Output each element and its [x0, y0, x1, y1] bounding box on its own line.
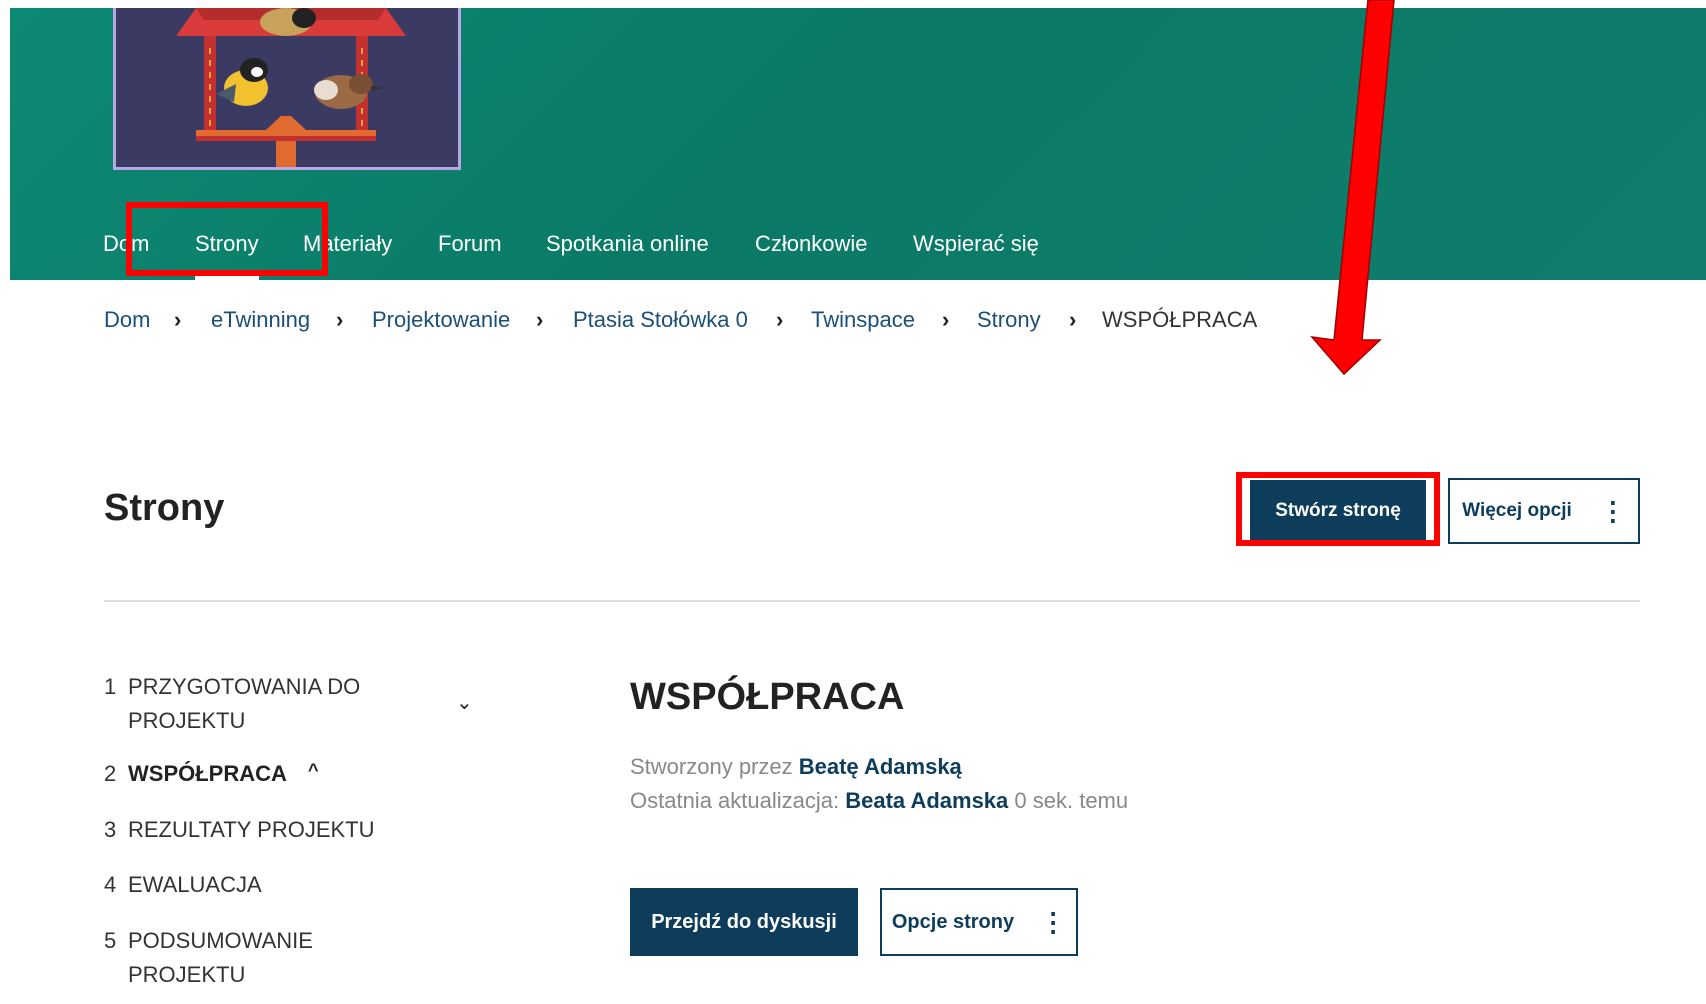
sidebar-item-label: REZULTATY PROJEKTU	[128, 817, 375, 842]
project-banner-image	[113, 8, 461, 170]
kebab-menu-icon: ⋮	[1599, 496, 1626, 526]
sidebar-item-number: 2	[104, 761, 117, 786]
sidebar-item-number: 3	[104, 817, 117, 842]
breadcrumb-strony[interactable]: Strony	[977, 302, 1041, 338]
breadcrumb-projektowanie[interactable]: Projektowanie	[372, 302, 510, 338]
sidebar-item-label-line2: PROJEKTU	[128, 708, 246, 733]
breadcrumb-ptasia-stolowka[interactable]: Ptasia Stołówka 0	[573, 302, 748, 338]
nav-item-materialy[interactable]: Materiały	[303, 220, 392, 268]
created-by-author[interactable]: Beatę Adamską	[799, 754, 962, 779]
sidebar-item-label: WSPÓŁPRACA	[128, 761, 287, 786]
content-title: WSPÓŁPRACA	[630, 676, 905, 718]
page-options-button-label: Opcje strony	[891, 910, 1015, 933]
breadcrumb-twinspace[interactable]: Twinspace	[811, 302, 915, 338]
breadcrumb-dom[interactable]: Dom	[104, 302, 150, 338]
last-updated-prefix: Ostatnia aktualizacja:	[630, 788, 840, 813]
kebab-menu-icon: ⋮	[1040, 907, 1067, 937]
chevron-down-icon[interactable]: ⌄	[456, 690, 473, 715]
nav-item-spotkania-online[interactable]: Spotkania online	[546, 220, 709, 268]
chevron-right-icon: ›	[1069, 307, 1077, 332]
sidebar-item-ewaluacja[interactable]: 4 EWALUACJA	[104, 868, 404, 901]
breadcrumb-etwinning[interactable]: eTwinning	[211, 302, 310, 338]
last-updated-line: Ostatnia aktualizacja: Beata Adamska 0 s…	[630, 788, 1128, 814]
nav-item-wspierac-sie[interactable]: Wspierać się	[913, 220, 1039, 268]
nav-item-dom[interactable]: Dom	[103, 220, 149, 268]
last-updated-author[interactable]: Beata Adamska	[845, 788, 1008, 813]
bird-feeder-illustration	[116, 8, 458, 167]
page-title: Strony	[104, 487, 225, 529]
chevron-right-icon: ›	[942, 307, 950, 332]
more-options-button[interactable]: Więcej opcji ⋮	[1448, 478, 1640, 544]
create-page-button[interactable]: Stwórz stronę	[1250, 480, 1426, 542]
chevron-right-icon: ›	[776, 307, 784, 332]
chevron-right-icon: ›	[336, 307, 344, 332]
go-to-discussion-button[interactable]: Przejdź do dyskusji	[630, 888, 858, 956]
sidebar-item-label: PODSUMOWANIE	[128, 928, 313, 953]
created-by-line: Stworzony przez Beatę Adamską	[630, 754, 962, 780]
sidebar-item-podsumowanie[interactable]: 5 PODSUMOWANIE PROJEKTU	[104, 924, 404, 992]
last-updated-time: 0 sek. temu	[1014, 788, 1129, 813]
sidebar-item-przygotowania[interactable]: 1 PRZYGOTOWANIA DO PROJEKTU	[104, 670, 484, 738]
page-options-button[interactable]: Opcje strony ⋮	[880, 888, 1078, 956]
section-divider	[104, 600, 1640, 602]
sidebar-item-wspolpraca[interactable]: 2 WSPÓŁPRACA	[104, 757, 404, 790]
nav-item-forum[interactable]: Forum	[438, 220, 502, 268]
sidebar-item-label: EWALUACJA	[128, 872, 262, 897]
created-by-prefix: Stworzony przez	[630, 754, 793, 779]
chevron-up-icon[interactable]: ^	[308, 760, 319, 781]
sidebar-item-rezultaty[interactable]: 3 REZULTATY PROJEKTU	[104, 813, 404, 846]
project-header: Dom Strony Materiały Forum Spotkania onl…	[10, 8, 1706, 280]
sidebar-item-number: 4	[104, 872, 117, 897]
nav-item-czlonkowie[interactable]: Członkowie	[755, 220, 868, 268]
create-page-button-label: Stwórz stronę	[1275, 500, 1401, 521]
sidebar-item-label-line2: PROJEKTU	[128, 962, 246, 987]
more-options-button-label: Więcej opcji	[1462, 500, 1572, 521]
chevron-right-icon: ›	[536, 307, 544, 332]
breadcrumb-current: WSPÓŁPRACA	[1102, 307, 1258, 332]
sidebar-item-number: 5	[104, 928, 117, 953]
go-to-discussion-button-label: Przejdź do dyskusji	[651, 910, 837, 933]
sidebar-item-number: 1	[104, 674, 117, 699]
chevron-right-icon: ›	[174, 307, 182, 332]
nav-item-strony[interactable]: Strony	[195, 220, 259, 280]
sidebar-item-label: PRZYGOTOWANIA DO	[128, 674, 361, 699]
